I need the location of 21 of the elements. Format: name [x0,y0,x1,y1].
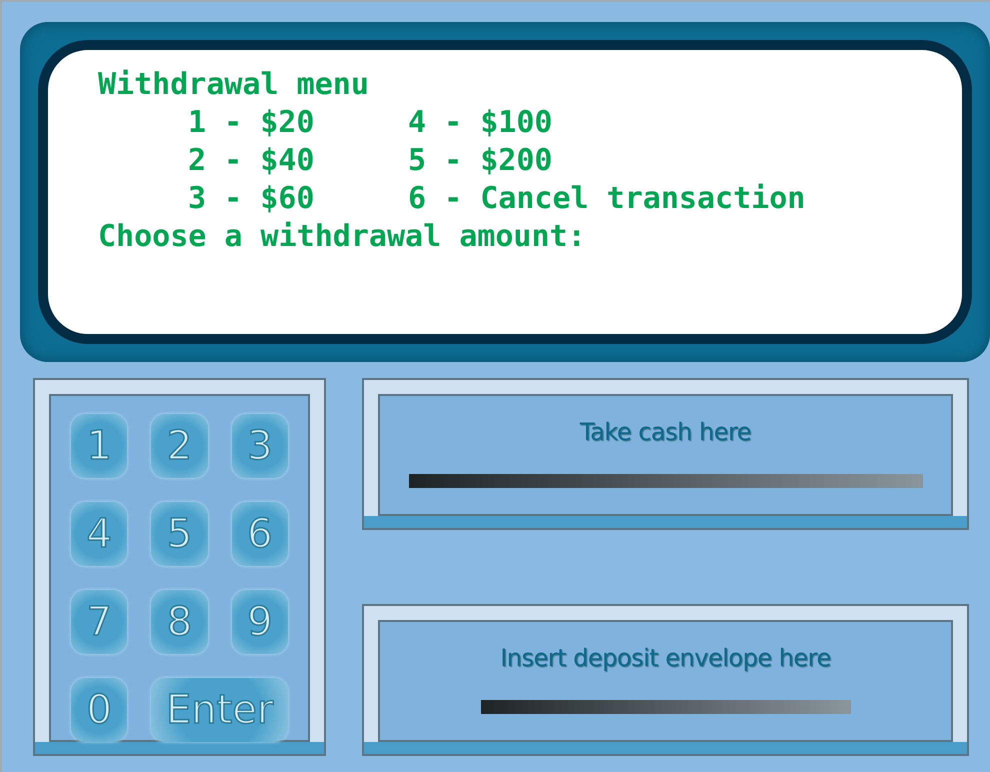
keypad-key[interactable]: 4 [71,502,128,566]
keypad-key[interactable]: 6 [232,502,288,566]
menu-option: 2 - $40 [188,142,408,180]
keypad-key[interactable]: 5 [151,502,208,566]
keypad-key[interactable]: 7 [71,590,128,654]
keypad-key[interactable]: 8 [151,590,208,654]
enter-key[interactable]: Enter [151,678,288,742]
keypad-key[interactable]: 2 [151,414,208,478]
menu-option: 5 - $200 [408,142,806,180]
menu-option: 1 - $20 [188,104,408,142]
keypad-key[interactable]: 0 [71,678,128,742]
keypad-key[interactable]: 9 [232,590,288,654]
prompt-text: Choose a withdrawal amount: [98,218,587,256]
keypad-key[interactable]: 1 [71,414,128,478]
slot-label: Insert deposit envelope here [500,643,831,674]
keypad-key[interactable]: 3 [232,414,288,478]
menu-option: 6 - Cancel transaction [408,180,806,218]
menu-heading: Withdrawal menu [98,66,370,104]
slot-label: Take cash here [580,417,752,448]
menu-option: 3 - $60 [188,180,408,218]
menu-option: 4 - $100 [408,104,806,142]
